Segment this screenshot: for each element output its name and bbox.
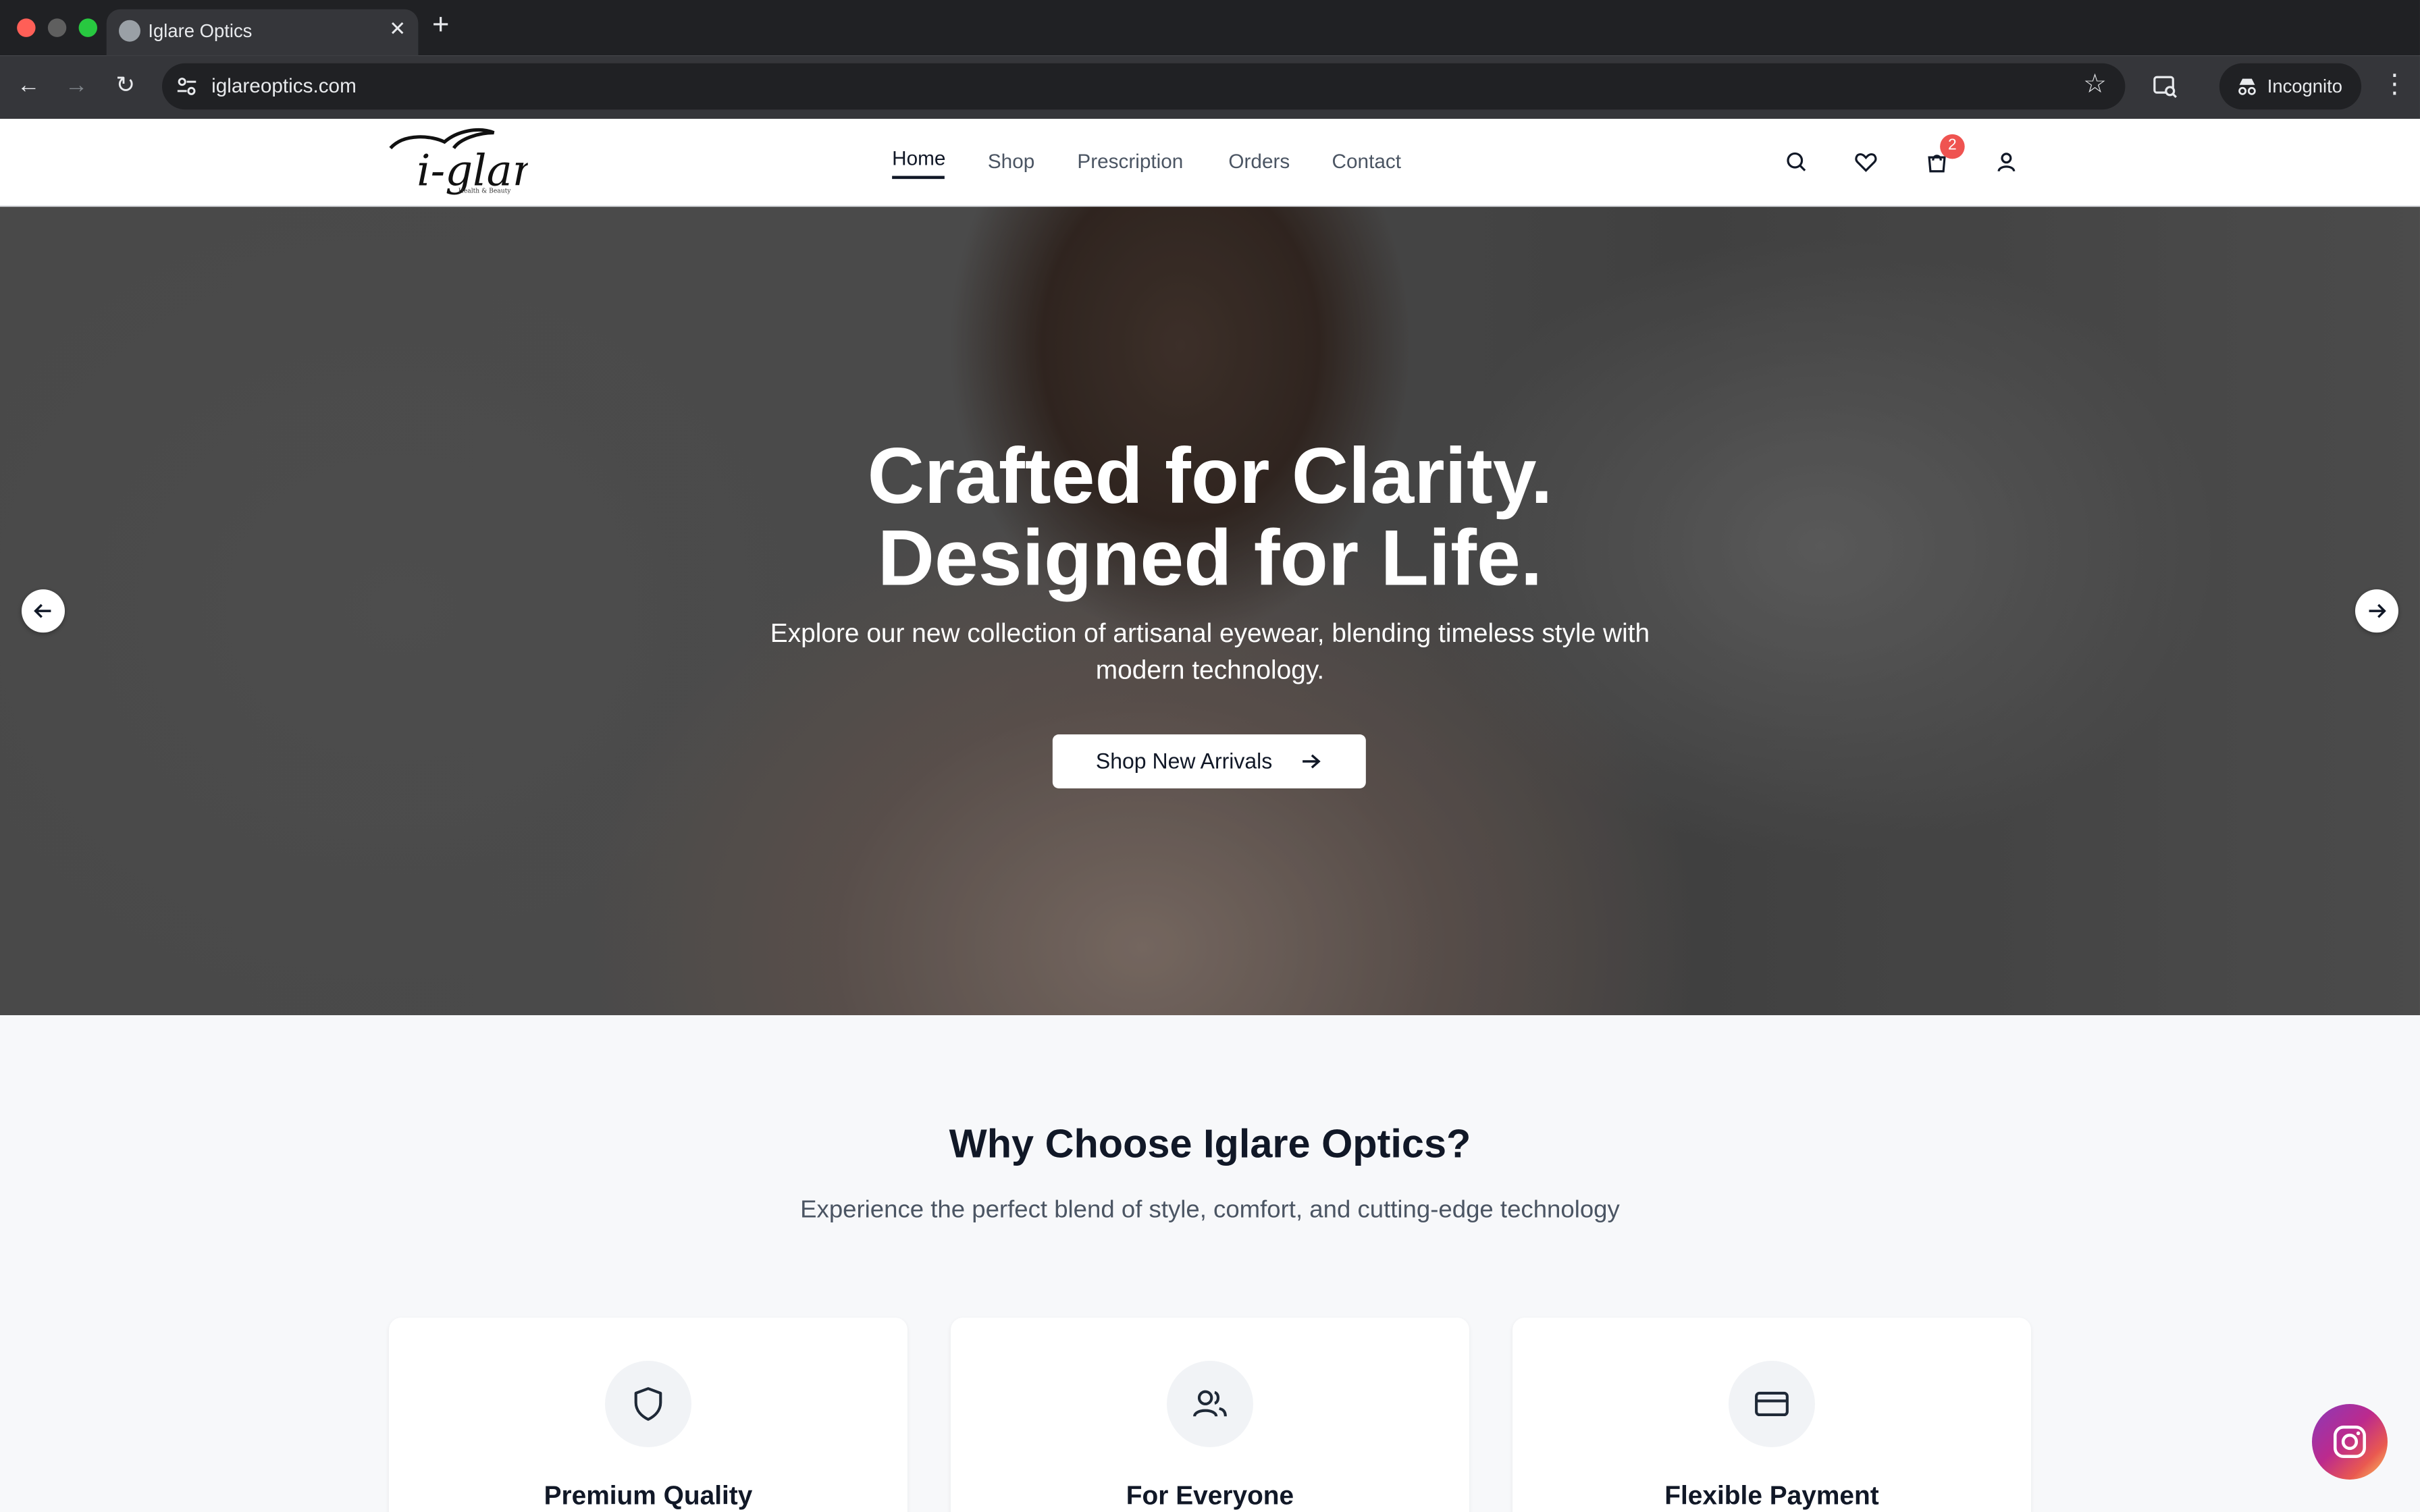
browser-tabstrip: Iglare Optics ✕ + bbox=[0, 0, 2420, 56]
tab-close-icon[interactable]: ✕ bbox=[389, 17, 406, 42]
hero-subtitle: Explore our new collection of artisanal … bbox=[770, 618, 1650, 685]
browser-toolbar: ← → ↻ iglareoptics.com ☆ Incognito ⋮ bbox=[0, 55, 2420, 119]
card-icon-circle bbox=[1166, 1360, 1253, 1447]
card-title: Premium Quality bbox=[544, 1481, 753, 1511]
card-title: Flexible Payment bbox=[1664, 1481, 1879, 1511]
bookmark-star-icon[interactable]: ☆ bbox=[2083, 70, 2107, 101]
incognito-icon bbox=[2238, 78, 2256, 95]
incognito-profile-button[interactable]: Incognito bbox=[2219, 63, 2362, 110]
cta-label: Shop New Arrivals bbox=[1095, 748, 1273, 774]
url-text[interactable]: iglareoptics.com bbox=[211, 74, 357, 97]
new-tab-button[interactable]: + bbox=[432, 9, 449, 43]
close-window-button[interactable] bbox=[17, 18, 36, 37]
minimize-window-button[interactable] bbox=[47, 18, 67, 37]
browser-tab[interactable]: Iglare Optics ✕ bbox=[106, 9, 419, 56]
hero-title-line1: Crafted for Clarity. bbox=[867, 431, 1553, 520]
back-icon[interactable]: ← bbox=[17, 71, 40, 102]
feature-card-quality: Premium Quality bbox=[388, 1317, 908, 1512]
reload-icon[interactable]: ↻ bbox=[115, 71, 135, 102]
logo-tagline: Health & Beauty bbox=[458, 186, 511, 194]
credit-card-icon bbox=[1755, 1391, 1789, 1417]
instagram-button[interactable] bbox=[2311, 1403, 2388, 1480]
shop-new-arrivals-button[interactable]: Shop New Arrivals bbox=[1052, 734, 1366, 788]
card-title: For Everyone bbox=[1126, 1481, 1294, 1511]
users-icon bbox=[1193, 1390, 1227, 1417]
carousel-prev-button[interactable] bbox=[21, 589, 65, 633]
arrow-left-icon bbox=[34, 603, 51, 618]
arrow-right-icon bbox=[1303, 754, 1321, 769]
search-icon[interactable] bbox=[1784, 150, 1809, 175]
feature-card-payment: Flexible Payment bbox=[1512, 1317, 2031, 1512]
site-settings-icon[interactable] bbox=[176, 76, 198, 97]
nav-contact[interactable]: Contact bbox=[1332, 150, 1401, 173]
hero-banner: Crafted for Clarity. Designed for Life. … bbox=[0, 207, 2420, 1015]
why-section-title: Why Choose Iglare Optics? bbox=[949, 1120, 1471, 1166]
shield-icon bbox=[634, 1387, 662, 1421]
hero-title-line2: Designed for Life. bbox=[877, 514, 1543, 602]
maximize-window-button[interactable] bbox=[78, 18, 97, 37]
forward-icon[interactable]: → bbox=[65, 71, 88, 102]
why-section-subtitle: Experience the perfect blend of style, c… bbox=[800, 1197, 1620, 1224]
tab-title: Iglare Optics bbox=[148, 20, 253, 42]
feature-card-everyone: For Everyone bbox=[950, 1317, 1469, 1512]
instagram-icon bbox=[2333, 1425, 2366, 1458]
browser-menu-icon[interactable]: ⋮ bbox=[2382, 70, 2408, 101]
address-bar[interactable]: iglareoptics.com ☆ bbox=[161, 63, 2126, 110]
nav-active-underline bbox=[892, 176, 945, 180]
carousel-next-button[interactable] bbox=[2355, 589, 2398, 633]
card-icon-circle bbox=[1728, 1360, 1815, 1447]
user-icon[interactable] bbox=[1994, 150, 2019, 175]
tab-search-icon[interactable] bbox=[2151, 72, 2179, 100]
heart-icon[interactable] bbox=[1853, 150, 1878, 175]
cart-count-badge: 2 bbox=[1940, 134, 1965, 159]
nav-home[interactable]: Home bbox=[892, 146, 945, 169]
globe-icon bbox=[118, 20, 140, 42]
nav-shop[interactable]: Shop bbox=[988, 150, 1034, 173]
card-icon-circle bbox=[604, 1360, 691, 1447]
nav-prescription[interactable]: Prescription bbox=[1077, 150, 1183, 173]
nav-orders[interactable]: Orders bbox=[1228, 150, 1290, 173]
incognito-label: Incognito bbox=[2267, 75, 2343, 97]
site-header: i-glare Health & Beauty Home Shop Prescr… bbox=[0, 118, 2420, 207]
arrow-right-icon bbox=[2369, 603, 2386, 618]
hero-image-overlay bbox=[0, 207, 2420, 1015]
